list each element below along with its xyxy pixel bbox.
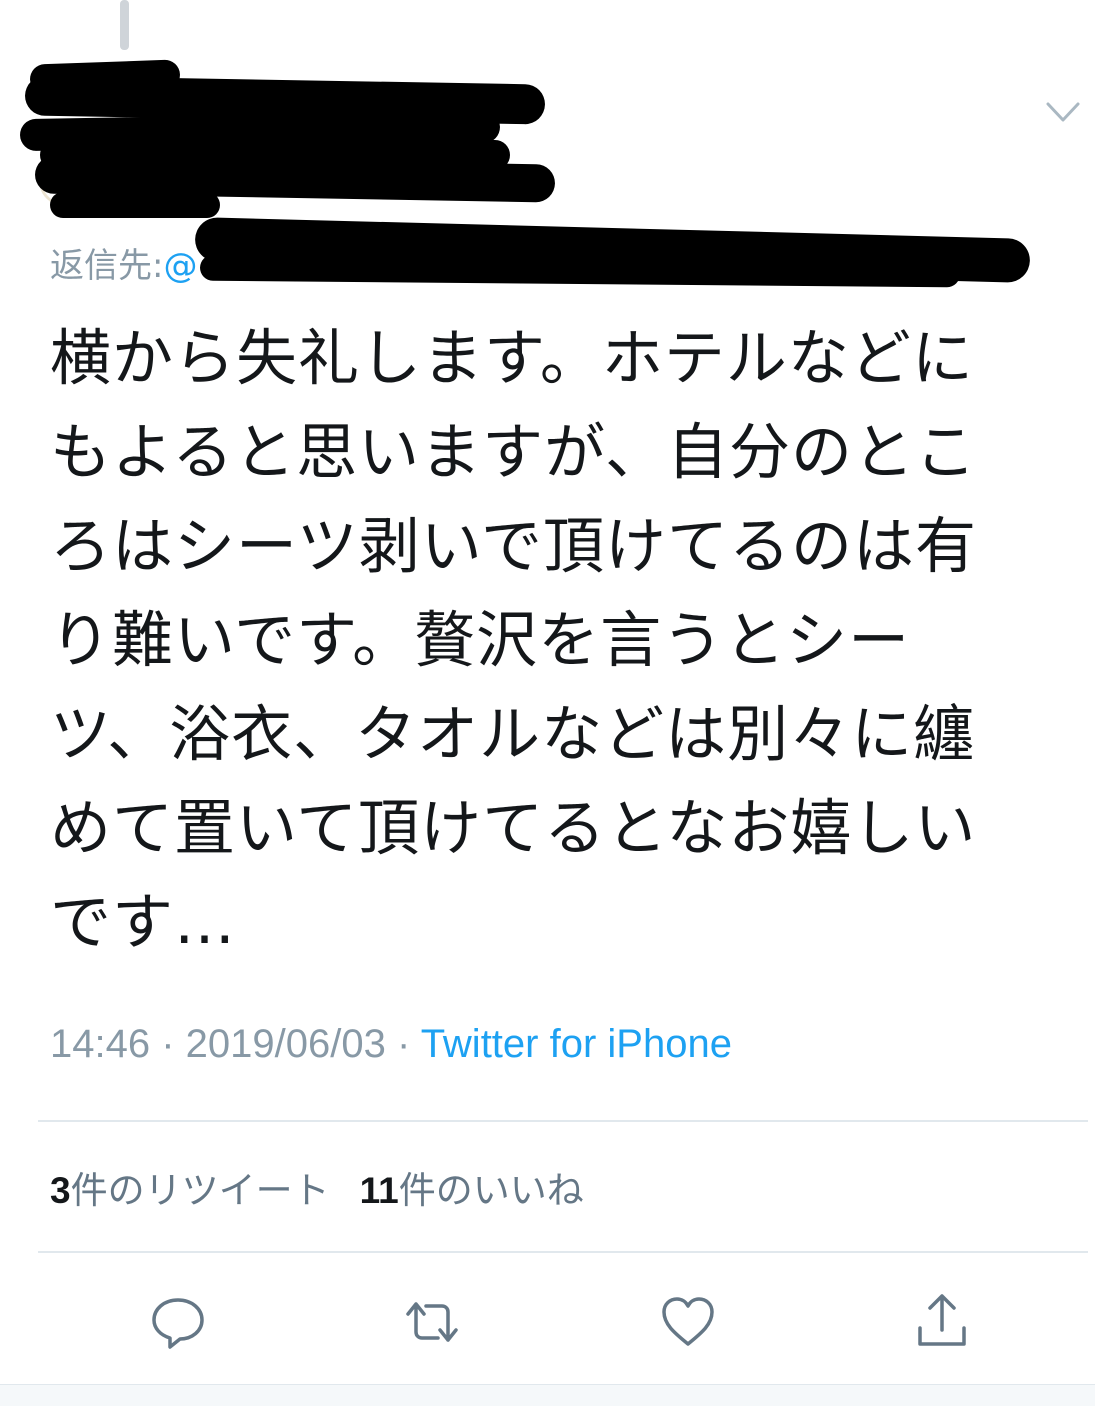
share-button[interactable] — [910, 1290, 974, 1354]
meta-separator: · — [385, 1022, 421, 1066]
divider — [38, 1120, 1088, 1122]
reply-to-label: 返信先: — [50, 246, 164, 286]
heart-icon — [662, 1297, 714, 1346]
chevron-down-icon[interactable] — [1046, 100, 1080, 124]
retweet-button[interactable] — [400, 1290, 464, 1354]
reply-to-line: 返信先:@ — [50, 238, 197, 287]
like-button[interactable] — [656, 1290, 720, 1354]
tweet-text-line: めて置いて頂けてるとなお嬉しい — [50, 793, 977, 864]
retweets-stat[interactable]: 3件のリツイート — [50, 1160, 330, 1214]
tweet-text-line: もよると思いますが、自分のとこ — [50, 417, 977, 488]
tweet-stats: 3件のリツイート 11件のいいね — [50, 1160, 584, 1214]
tweet-meta: 14:46 · 2019/06/03 · Twitter for iPhone — [50, 1022, 732, 1067]
divider — [38, 1251, 1088, 1253]
reply-to-handle[interactable]: @ — [163, 246, 197, 286]
thread-connector-line — [120, 0, 129, 50]
retweet-icon — [406, 1302, 458, 1342]
likes-count: 11 — [359, 1170, 399, 1211]
tweet-date: 2019/06/03 — [185, 1022, 386, 1066]
likes-label: 件のいいね — [398, 1169, 584, 1212]
likes-stat[interactable]: 11件のいいね — [360, 1160, 584, 1214]
tweet-source-link[interactable]: Twitter for iPhone — [421, 1022, 732, 1066]
tweet-text-line: です… — [50, 887, 237, 958]
tweet-actions-bar — [0, 1280, 1095, 1360]
tweet-detail-screen: 返信先:@ 横から失礼します。ホテルなどに もよると思いますが、自分のとこ ろは… — [0, 0, 1095, 1406]
tweet-text-line: り難いです。贅沢を言うとシー — [50, 605, 911, 676]
tweet-text-line: ツ、浴衣、タオルなどは別々に纏 — [50, 699, 976, 770]
share-icon — [918, 1294, 966, 1346]
reply-button[interactable] — [146, 1290, 210, 1354]
tweet-text-line: ろはシーツ剥いで頂けてるのは有 — [50, 511, 977, 582]
retweets-label: 件のリツイート — [70, 1169, 330, 1212]
bottom-bar — [0, 1384, 1095, 1406]
reply-icon — [152, 1298, 204, 1349]
retweets-count: 3 — [50, 1170, 71, 1211]
meta-separator: · — [150, 1022, 186, 1066]
tweet-time: 14:46 — [50, 1022, 151, 1066]
tweet-text-line: 横から失礼します。ホテルなどに — [50, 323, 974, 394]
tweet-text: 横から失礼します。ホテルなどに もよると思いますが、自分のとこ ろはシーツ剥いで… — [50, 312, 1050, 970]
